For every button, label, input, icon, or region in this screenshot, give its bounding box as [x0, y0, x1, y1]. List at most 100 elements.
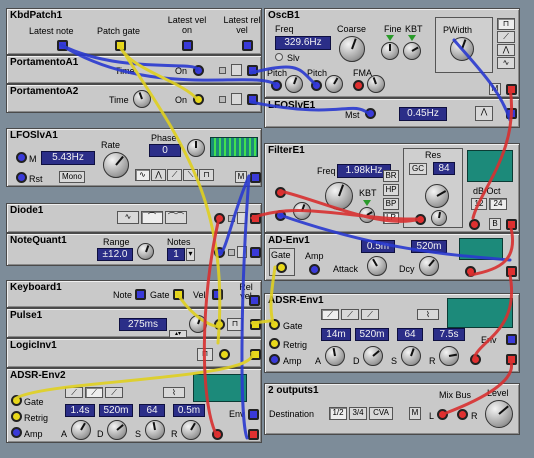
pitch1-input[interactable]	[271, 80, 282, 91]
diode-mode-2-button[interactable]: ⌒	[141, 211, 163, 224]
wave-tri-button[interactable]: ⋀	[497, 44, 515, 56]
osc-output[interactable]	[506, 84, 517, 95]
notequant-button[interactable]	[237, 246, 247, 258]
mode-br-button[interactable]: BR	[383, 170, 399, 182]
env-output[interactable]	[506, 334, 517, 345]
lfo-output[interactable]	[506, 108, 517, 119]
sustain-knob[interactable]	[145, 420, 165, 440]
shape-button-4[interactable]: ⌇	[163, 387, 185, 398]
slv-toggle[interactable]	[275, 53, 283, 61]
retrig-input[interactable]	[269, 338, 280, 349]
time-knob[interactable]	[133, 90, 151, 108]
gate-input[interactable]	[11, 395, 22, 406]
audio-input[interactable]	[212, 429, 223, 440]
kbt-knob[interactable]	[359, 207, 375, 223]
notequant-input[interactable]	[214, 247, 225, 258]
pulse-output[interactable]	[250, 319, 261, 330]
notes-stepper[interactable]: ▾	[186, 248, 195, 261]
wave-saw-button[interactable]: ⟋	[167, 169, 182, 181]
shape-button-3[interactable]: ⟋	[361, 309, 379, 320]
logicinv-output[interactable]	[250, 349, 261, 360]
dest-3-4-button[interactable]: 3/4	[349, 407, 367, 420]
rel-vel-output[interactable]	[249, 295, 260, 306]
pulse-time-knob[interactable]	[189, 315, 207, 333]
pulse-time-stepper[interactable]: ▴▾	[169, 330, 187, 337]
audio-input[interactable]	[470, 354, 481, 365]
note-output[interactable]	[135, 289, 146, 300]
porta1-output[interactable]	[247, 65, 258, 76]
wave-square-button[interactable]: ⊓	[199, 169, 214, 181]
gate-output[interactable]	[173, 289, 184, 300]
range-knob[interactable]	[137, 243, 154, 260]
reset-input[interactable]	[16, 172, 27, 183]
slope-24-button[interactable]: 24	[489, 198, 507, 210]
attack-knob[interactable]	[367, 256, 387, 276]
res-input[interactable]	[415, 214, 426, 225]
dest-1-2-button[interactable]: 1/2	[329, 407, 347, 420]
filter-output[interactable]	[506, 219, 517, 230]
latest-note-output[interactable]	[57, 40, 68, 51]
mute-button[interactable]: M	[409, 407, 421, 420]
shape-button-1[interactable]: ⟋	[321, 309, 339, 320]
shape-button-3[interactable]: ⟋	[105, 387, 123, 398]
porta1-on-button[interactable]	[231, 64, 242, 76]
decay-knob[interactable]	[419, 256, 439, 276]
left-input[interactable]	[437, 409, 448, 420]
coarse-knob[interactable]	[339, 36, 365, 62]
audio-input[interactable]	[469, 219, 480, 230]
kbt-knob[interactable]	[403, 42, 421, 60]
vel-output[interactable]	[212, 289, 223, 300]
shape-button-2[interactable]: ⟋	[85, 387, 103, 398]
diode-input[interactable]	[214, 213, 225, 224]
amp-input[interactable]	[309, 264, 320, 275]
res-knob[interactable]	[425, 184, 449, 208]
pwidth-knob[interactable]	[450, 37, 474, 61]
bypass-button[interactable]: B	[489, 218, 501, 230]
mute-button[interactable]: M	[235, 171, 247, 183]
retrig-input[interactable]	[11, 411, 22, 422]
pitch1-knob[interactable]	[285, 75, 303, 93]
diode-mode-3-button[interactable]: ⌒⌒	[165, 211, 187, 224]
pulse-mode-button[interactable]: ⊓	[227, 318, 243, 331]
release-knob[interactable]	[439, 346, 459, 366]
fine-knob[interactable]	[381, 42, 399, 60]
mode-lp-button[interactable]: LP	[383, 212, 399, 224]
mono-button[interactable]: Mono	[59, 171, 85, 183]
audio-output[interactable]	[506, 266, 517, 277]
attack-knob[interactable]	[325, 346, 345, 366]
pitch2-knob[interactable]	[325, 75, 343, 93]
mode-bp-button[interactable]: BP	[383, 198, 399, 210]
wave-saw-down-button[interactable]: ⟍	[183, 169, 198, 181]
diode-output[interactable]	[250, 213, 261, 224]
gate-input[interactable]	[276, 262, 287, 273]
right-input[interactable]	[457, 409, 468, 420]
decay-knob[interactable]	[363, 346, 383, 366]
wave-sine-button[interactable]: ∿	[135, 169, 150, 181]
mute-button[interactable]: M	[489, 83, 501, 95]
audio-output[interactable]	[506, 354, 517, 365]
shape-button-4[interactable]: ⌇	[417, 309, 439, 320]
release-knob[interactable]	[181, 420, 201, 440]
wave-pulse-button[interactable]: ⊓	[497, 18, 515, 30]
pitch2-input[interactable]	[311, 80, 322, 91]
wave-saw-button[interactable]: ⟋	[497, 31, 515, 43]
res-mod-knob[interactable]	[431, 210, 447, 226]
master-input[interactable]	[16, 152, 27, 163]
fm-knob[interactable]	[293, 202, 311, 220]
porta2-output[interactable]	[247, 94, 258, 105]
amp-input[interactable]	[11, 427, 22, 438]
patch-gate-output[interactable]	[115, 40, 126, 51]
gate-input[interactable]	[269, 319, 280, 330]
master-input[interactable]	[365, 108, 376, 119]
fma-knob[interactable]	[367, 75, 385, 93]
porta1-input[interactable]	[193, 65, 204, 76]
logicinv-input[interactable]	[219, 349, 230, 360]
diode-mode-1-button[interactable]: ∿	[117, 211, 139, 224]
fm-input-1[interactable]	[275, 187, 286, 198]
slope-12-button[interactable]: 12	[471, 198, 487, 210]
gc-button[interactable]: GC	[409, 163, 427, 175]
lfo-output[interactable]	[250, 172, 261, 183]
attack-knob[interactable]	[71, 420, 91, 440]
audio-input[interactable]	[465, 266, 476, 277]
level-knob[interactable]	[485, 400, 513, 428]
